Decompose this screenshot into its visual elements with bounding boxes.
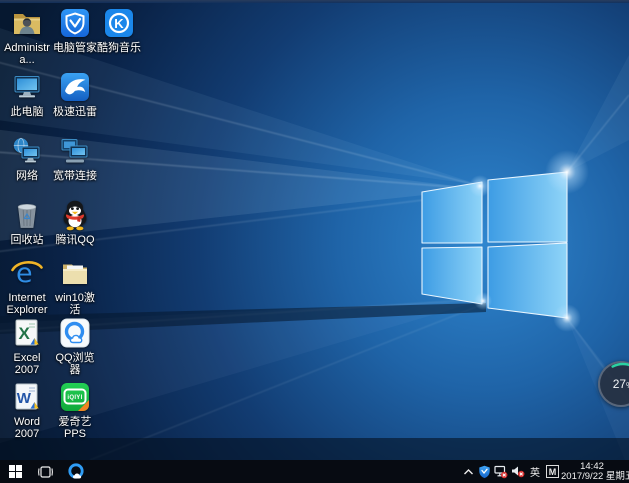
icon-label: Internet Explorer bbox=[4, 292, 50, 316]
tray-language-indicator[interactable]: 英 bbox=[526, 460, 544, 483]
shield-icon bbox=[58, 6, 92, 40]
desktop-icon-word-2007[interactable]: W Word 2007 bbox=[4, 380, 50, 440]
qq-browser-icon bbox=[58, 316, 92, 350]
desktop-screen: Administra... 电脑管家 K 酷狗音乐 此 bbox=[0, 0, 629, 483]
tray-show-hidden-icons[interactable] bbox=[460, 460, 476, 483]
qq-browser-icon bbox=[67, 463, 85, 481]
desktop-icon-qq-browser[interactable]: QQ浏览器 bbox=[52, 316, 98, 376]
icon-label: Word 2007 bbox=[4, 416, 50, 440]
word-icon: W bbox=[10, 380, 44, 414]
taskbar: 英 M 14:42 2017/9/22 星期五 bbox=[0, 460, 629, 483]
tray-ime-indicator[interactable]: M bbox=[544, 460, 561, 483]
icon-label: QQ浏览器 bbox=[52, 352, 98, 376]
tray-network-status[interactable] bbox=[492, 460, 509, 483]
desktop-icon-broadband[interactable]: 宽带连接 bbox=[52, 134, 98, 182]
system-tray: 英 M 14:42 2017/9/22 星期五 bbox=[460, 460, 629, 483]
icon-label: 腾讯QQ bbox=[55, 234, 94, 246]
start-button[interactable] bbox=[0, 460, 30, 483]
kugou-k-icon: K bbox=[102, 6, 136, 40]
taskbar-qq-browser-button[interactable] bbox=[60, 460, 92, 483]
desktop-icon-this-pc[interactable]: 此电脑 bbox=[4, 70, 50, 118]
task-view-icon bbox=[37, 465, 54, 479]
icon-label: 此电脑 bbox=[11, 106, 44, 118]
iqiyi-icon: iQIYI bbox=[58, 380, 92, 414]
icon-label: 网络 bbox=[16, 170, 38, 182]
icon-label: 回收站 bbox=[11, 234, 44, 246]
desktop-icon-network[interactable]: 网络 bbox=[4, 134, 50, 182]
language-label: 英 bbox=[530, 464, 540, 479]
desktop-icon-excel-2007[interactable]: X Excel 2007 bbox=[4, 316, 50, 376]
icon-label: Administra... bbox=[4, 42, 50, 66]
folder-icon bbox=[58, 256, 92, 290]
network-disconnected-icon bbox=[494, 465, 508, 479]
network-globe-icon bbox=[10, 134, 44, 168]
chevron-up-icon bbox=[463, 467, 474, 477]
icon-label: Excel 2007 bbox=[4, 352, 50, 376]
desktop-icon-thunder[interactable]: 极速迅雷 bbox=[52, 70, 98, 118]
desktop-icon-administrator-folder[interactable]: Administra... bbox=[4, 6, 50, 66]
shield-icon bbox=[478, 465, 491, 479]
computer-icon bbox=[10, 70, 44, 104]
desktop-icon-win10-activate[interactable]: win10激活 bbox=[52, 256, 98, 316]
svg-text:W: W bbox=[17, 390, 32, 407]
svg-text:X: X bbox=[19, 324, 31, 343]
recycle-bin-icon bbox=[10, 198, 44, 232]
icon-label: 电脑管家 bbox=[53, 42, 97, 54]
clock-date: 2017/9/22 星期五 bbox=[561, 472, 629, 482]
thunder-bird-icon bbox=[58, 70, 92, 104]
internet-explorer-icon: e bbox=[10, 256, 44, 290]
icon-label: 酷狗音乐 bbox=[97, 42, 141, 54]
pc-manager-boost-ball[interactable]: 27% bbox=[598, 361, 629, 407]
icon-label: win10激活 bbox=[52, 292, 98, 316]
task-view-button[interactable] bbox=[30, 460, 60, 483]
clock-time: 14:42 bbox=[561, 462, 623, 472]
tray-pc-manager[interactable] bbox=[476, 460, 492, 483]
desktop-icon-tencent-qq[interactable]: 腾讯QQ bbox=[52, 198, 98, 246]
svg-text:iQIYI: iQIYI bbox=[67, 395, 82, 401]
icon-label: 极速迅雷 bbox=[53, 106, 97, 118]
desktop-icon-kugou-music[interactable]: K 酷狗音乐 bbox=[96, 6, 142, 54]
icon-label: 爱奇艺PPS bbox=[52, 416, 98, 440]
icon-label: 宽带连接 bbox=[53, 170, 97, 182]
ime-label: M bbox=[546, 465, 559, 478]
desktop-icon-internet-explorer[interactable]: e Internet Explorer bbox=[4, 256, 50, 316]
excel-icon: X bbox=[10, 316, 44, 350]
boost-value: 27% bbox=[600, 377, 629, 391]
tray-volume[interactable] bbox=[509, 460, 526, 483]
qq-penguin-icon bbox=[58, 198, 92, 232]
desktop-icon-iqiyi-pps[interactable]: iQIYI 爱奇艺PPS bbox=[52, 380, 98, 440]
screen-top-edge bbox=[0, 0, 629, 3]
speaker-muted-icon bbox=[511, 465, 525, 478]
desktop-icon-pc-manager[interactable]: 电脑管家 bbox=[52, 6, 98, 54]
svg-text:K: K bbox=[114, 16, 124, 31]
windows-logo-icon bbox=[9, 465, 22, 478]
dual-monitor-icon bbox=[58, 134, 92, 168]
tray-clock[interactable]: 14:42 2017/9/22 星期五 bbox=[561, 460, 629, 483]
user-folder-icon bbox=[10, 6, 44, 40]
desktop-icon-recycle-bin[interactable]: 回收站 bbox=[4, 198, 50, 246]
